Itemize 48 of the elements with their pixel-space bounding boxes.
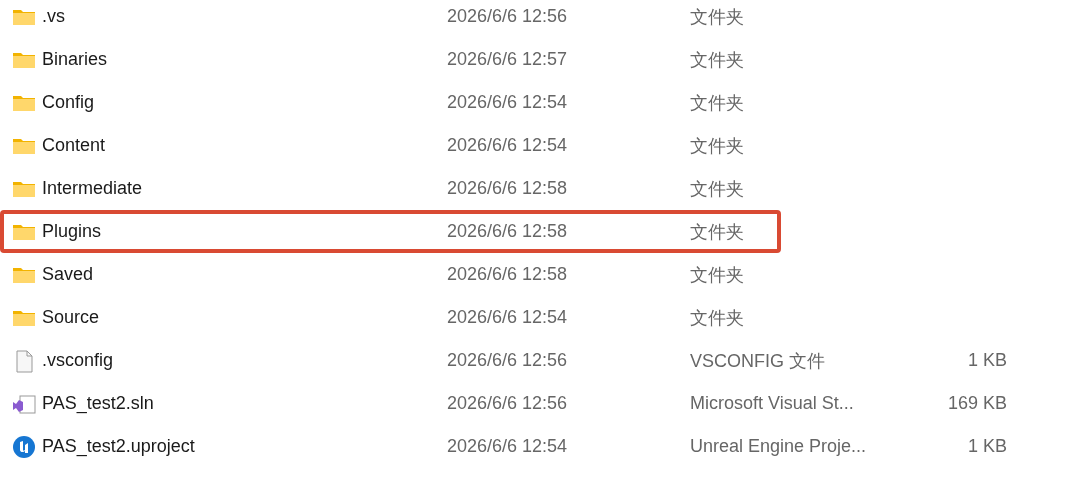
modified-date: 2026/6/6 12:54 [447, 135, 569, 156]
file-type: 文件夹 [690, 134, 745, 158]
file-type: VSCONFIG 文件 [690, 349, 826, 373]
modified-date: 2026/6/6 12:54 [447, 436, 569, 457]
modified-date: 2026/6/6 12:58 [447, 221, 569, 242]
file-type: 文件夹 [690, 220, 745, 244]
file-name[interactable]: .vs [42, 6, 447, 27]
file-type: 文件夹 [690, 48, 745, 72]
modified-date: 2026/6/6 12:56 [447, 393, 569, 414]
file-row[interactable]: Config 2026/6/6 12:54 文件夹 [0, 81, 1066, 124]
file-name[interactable]: Intermediate [42, 178, 447, 199]
modified-date: 2026/6/6 12:58 [447, 264, 569, 285]
modified-date: 2026/6/6 12:58 [447, 178, 569, 199]
file-row[interactable]: Binaries 2026/6/6 12:57 文件夹 [0, 38, 1066, 81]
file-name[interactable]: PAS_test2.sln [42, 393, 447, 414]
modified-date: 2026/6/6 12:54 [447, 92, 569, 113]
file-size: 169 KB [946, 393, 1007, 414]
highlighted-row[interactable]: Plugins 2026/6/6 12:58 文件夹 [0, 210, 781, 253]
file-name[interactable]: Source [42, 307, 447, 328]
file-type: Unreal Engine Proje... [690, 436, 868, 457]
file-type: 文件夹 [690, 263, 745, 287]
file-name[interactable]: Config [42, 92, 447, 113]
file-name[interactable]: Content [42, 135, 447, 156]
file-type: 文件夹 [690, 5, 745, 29]
file-size: 1 KB [966, 436, 1007, 457]
file-size: 1 KB [966, 350, 1007, 371]
modified-date: 2026/6/6 12:56 [447, 350, 569, 371]
file-type: 文件夹 [690, 91, 745, 115]
file-row[interactable]: PAS_test2.sln 2026/6/6 12:56 Microsoft Visual St... 169 KB [0, 382, 1066, 425]
modified-date: 2026/6/6 12:54 [447, 307, 569, 328]
file-row[interactable]: Source 2026/6/6 12:54 文件夹 [0, 296, 1066, 339]
file-row[interactable]: .vs 2026/6/6 12:56 文件夹 [0, 0, 1066, 38]
file-name[interactable]: Saved [42, 264, 447, 285]
file-row[interactable]: PAS_test2.uproject 2026/6/6 12:54 Unreal Engine Proje... 1 KB [0, 425, 1066, 468]
file-row[interactable]: Content 2026/6/6 12:54 文件夹 [0, 124, 1066, 167]
unreal-project-icon [12, 434, 36, 459]
file-row[interactable]: .vsconfig 2026/6/6 12:56 VSCONFIG 文件 1 KB [0, 339, 1066, 382]
file-name[interactable]: Plugins [42, 221, 447, 242]
file-type: 文件夹 [690, 177, 745, 201]
file-name[interactable]: .vsconfig [42, 350, 447, 371]
file-type: 文件夹 [690, 306, 745, 330]
file-row[interactable]: Intermediate 2026/6/6 12:58 文件夹 [0, 167, 1066, 210]
file-row[interactable]: Saved 2026/6/6 12:58 文件夹 [0, 253, 1066, 296]
file-name[interactable]: Binaries [42, 49, 447, 70]
file-name[interactable]: PAS_test2.uproject [42, 436, 447, 457]
modified-date: 2026/6/6 12:57 [447, 49, 569, 70]
file-type: Microsoft Visual St... [690, 393, 855, 414]
modified-date: 2026/6/6 12:56 [447, 6, 569, 27]
